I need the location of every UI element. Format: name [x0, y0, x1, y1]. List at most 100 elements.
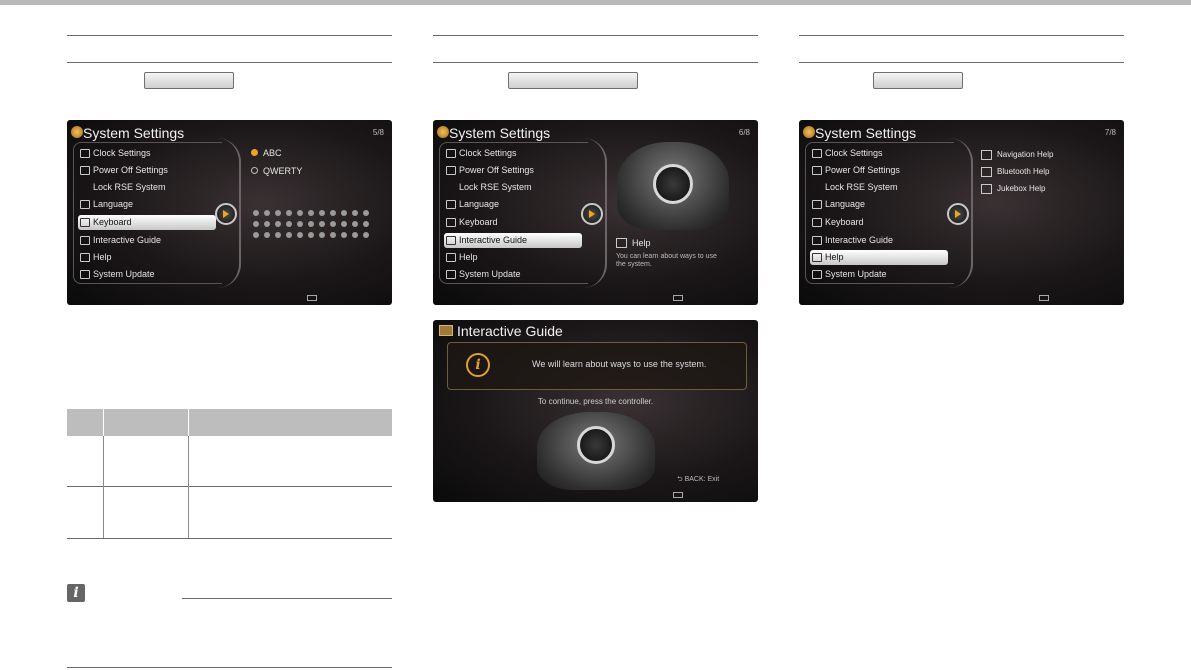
menu-item-language[interactable]: Language [78, 197, 216, 212]
note-rule [182, 598, 392, 599]
column3-second-rule [799, 62, 1124, 63]
update-icon [446, 270, 456, 279]
menu-item-label: Help [459, 252, 478, 262]
language-icon [812, 200, 822, 209]
settings-menu: Clock Settings Power Off Settings Lock R… [805, 142, 954, 284]
table-header-col3 [189, 409, 392, 436]
update-icon [812, 270, 822, 279]
option-label: ABC [263, 148, 282, 158]
menu-item-system-update[interactable]: System Update [810, 267, 948, 282]
option-qwerty[interactable]: QWERTY [251, 166, 302, 176]
menu-item-clock-settings[interactable]: Clock Settings [444, 146, 582, 161]
menu-item-label: Interactive Guide [459, 235, 528, 245]
menu-item-clock-settings[interactable]: Clock Settings [810, 146, 948, 161]
menu-item-label: Lock RSE System [93, 182, 166, 192]
column3-top-rule [799, 35, 1124, 36]
guide-help-label: Help [616, 238, 651, 248]
menu-bottom-icon[interactable] [307, 295, 317, 301]
clock-icon [812, 149, 822, 158]
menu-bottom-icon[interactable] [673, 492, 683, 498]
option-abc[interactable]: ABC [251, 148, 282, 158]
menu-bottom-icon[interactable] [1039, 295, 1049, 301]
keyboard-icon [80, 218, 90, 227]
menu-item-label: Power Off Settings [825, 165, 900, 175]
menu-item-label: Lock RSE System [825, 182, 898, 192]
menu-item-lock-rse-system[interactable]: Lock RSE System [444, 180, 582, 195]
back-label-text: BACK: Exit [684, 476, 720, 483]
menu-item-system-update[interactable]: System Update [444, 267, 582, 282]
guide-message: We will learn about ways to use the syst… [532, 359, 707, 369]
menu-item-label: Interactive Guide [93, 235, 162, 245]
interactive-guide-settings-screen: System Settings 6/8 Clock Settings Power… [433, 120, 758, 305]
language-icon [446, 200, 456, 209]
menu-item-language[interactable]: Language [810, 197, 948, 212]
menu-item-label: Keyboard [459, 217, 498, 227]
menu-bottom-icon[interactable] [673, 295, 683, 301]
menu-item-help[interactable]: Help [78, 250, 216, 265]
menu-item-keyboard[interactable]: Keyboard [78, 215, 216, 230]
help-icon [80, 253, 90, 262]
interactive-guide-screen: Interactive Guide i We will learn about … [433, 320, 758, 502]
menu-item-label: Interactive Guide [825, 235, 894, 245]
screen-title: System Settings [83, 125, 185, 141]
help-tab-button[interactable] [873, 72, 963, 89]
menu-item-label: Language [93, 199, 134, 209]
table-rule [67, 486, 392, 487]
guide-help-description: You can learn about ways to use the syst… [616, 253, 717, 268]
guide-prompt: To continue, press the controller. [537, 397, 654, 406]
help-settings-screen: System Settings 7/8 Clock Settings Power… [799, 120, 1124, 305]
keyboard-icon [446, 218, 456, 227]
menu-item-interactive-guide[interactable]: Interactive Guide [810, 233, 948, 248]
help-item-bluetooth[interactable]: Bluetooth Help [981, 167, 1049, 177]
keyboard-settings-screen: System Settings 5/8 Clock Settings Power… [67, 120, 392, 305]
power-icon [80, 166, 90, 175]
menu-item-power-off-settings[interactable]: Power Off Settings [78, 163, 216, 178]
controller-image [617, 142, 729, 230]
menu-item-clock-settings[interactable]: Clock Settings [78, 146, 216, 161]
help-icon [616, 238, 627, 248]
menu-item-power-off-settings[interactable]: Power Off Settings [444, 163, 582, 178]
menu-item-help[interactable]: Help [444, 250, 582, 265]
help-item-label: Navigation Help [997, 150, 1054, 159]
help-item-jukebox[interactable]: Jukebox Help [981, 184, 1046, 194]
back-exit-label[interactable]: ⮌ BACK: Exit [677, 475, 719, 486]
menu-item-label: Clock Settings [459, 148, 517, 158]
page-indicator: 6/8 [738, 128, 750, 137]
option-label: QWERTY [263, 166, 303, 176]
column2-second-rule [433, 62, 758, 63]
keyboard-icon [812, 218, 822, 227]
menu-item-label: Clock Settings [93, 148, 151, 158]
menu-item-help[interactable]: Help [810, 250, 948, 265]
top-bar [0, 0, 1191, 5]
guide-icon [80, 236, 90, 245]
table-divider [103, 436, 104, 538]
navigation-help-icon [981, 150, 992, 160]
controller-knob-icon[interactable] [215, 203, 237, 225]
menu-item-power-off-settings[interactable]: Power Off Settings [810, 163, 948, 178]
controller-knob-icon[interactable] [947, 203, 969, 225]
note-bottom-rule [67, 667, 392, 668]
page-indicator: 7/8 [1104, 128, 1116, 137]
menu-item-lock-rse-system[interactable]: Lock RSE System [810, 180, 948, 195]
menu-item-keyboard[interactable]: Keyboard [444, 215, 582, 230]
controller-knob-icon[interactable] [581, 203, 603, 225]
screen-title: System Settings [815, 125, 917, 141]
help-item-label: Jukebox Help [997, 184, 1046, 193]
power-icon [446, 166, 456, 175]
menu-item-system-update[interactable]: System Update [78, 267, 216, 282]
menu-item-language[interactable]: Language [444, 197, 582, 212]
bluetooth-help-icon [981, 167, 992, 177]
table-header-col2 [104, 409, 188, 436]
menu-item-label: Help [93, 252, 112, 262]
radio-icon [251, 167, 258, 174]
help-item-navigation[interactable]: Navigation Help [981, 150, 1054, 160]
menu-item-interactive-guide[interactable]: Interactive Guide [78, 233, 216, 248]
guide-icon [812, 236, 822, 245]
menu-item-keyboard[interactable]: Keyboard [810, 215, 948, 230]
menu-item-interactive-guide[interactable]: Interactive Guide [444, 233, 582, 248]
menu-item-label: System Update [459, 269, 521, 279]
interactive-guide-tab-button[interactable] [508, 72, 638, 89]
help-icon [812, 253, 822, 262]
keyboard-tab-button[interactable] [144, 72, 234, 89]
menu-item-lock-rse-system[interactable]: Lock RSE System [78, 180, 216, 195]
